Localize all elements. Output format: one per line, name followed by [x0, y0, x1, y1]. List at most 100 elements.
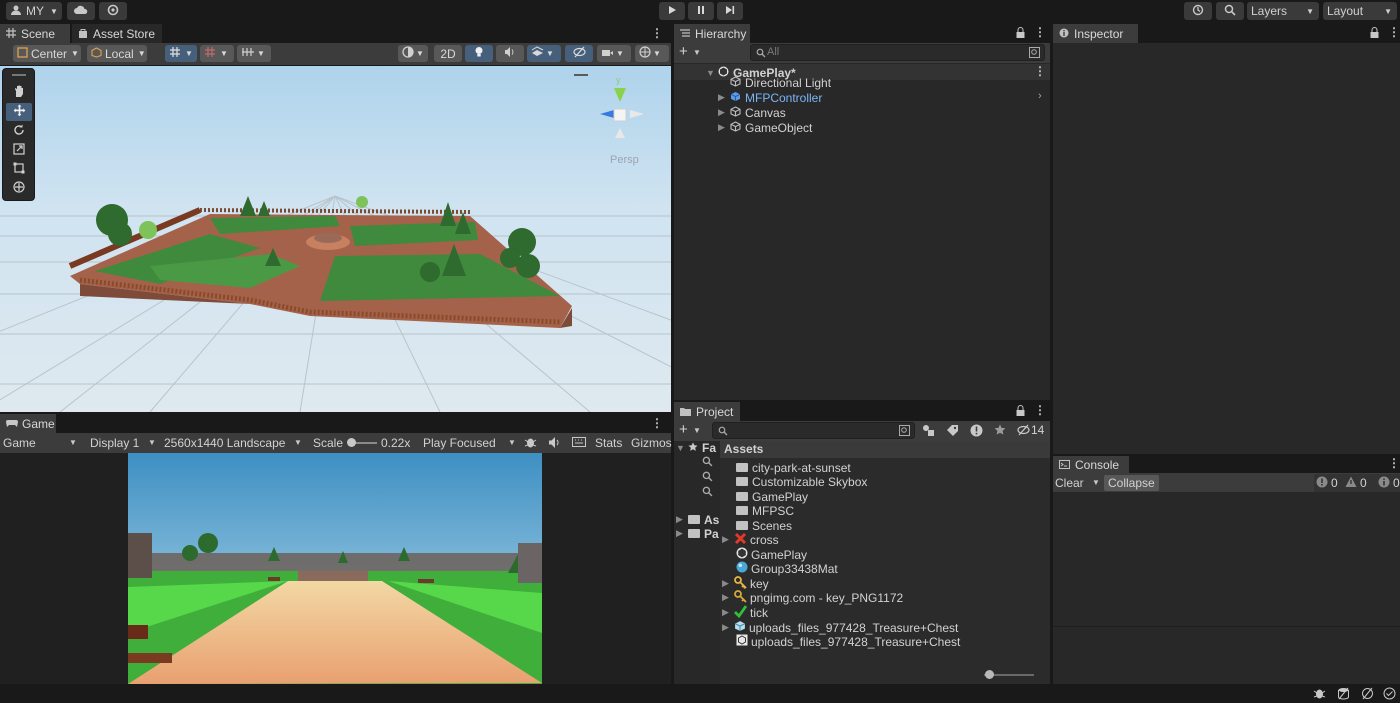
move-tool[interactable]: [6, 103, 32, 121]
asset-item-sprite[interactable]: ▶ cross: [722, 532, 779, 547]
bug-icon[interactable]: [524, 436, 537, 452]
account-dropdown[interactable]: MY ▼: [6, 2, 62, 20]
drag-handle[interactable]: [12, 74, 26, 76]
info-icon[interactable]: [1378, 476, 1390, 491]
tab-inspector[interactable]: Inspector: [1053, 24, 1138, 43]
transform-tool[interactable]: [6, 179, 32, 197]
project-menu-icon[interactable]: ⋮: [1034, 403, 1046, 417]
cache-server-icon[interactable]: [1337, 687, 1350, 703]
lock-icon[interactable]: [1370, 27, 1379, 41]
audio-toggle[interactable]: [496, 45, 524, 62]
hidden-objects-toggle[interactable]: [565, 45, 593, 62]
hierarchy-item-directional-light[interactable]: Directional Light: [730, 75, 831, 90]
pause-button[interactable]: [688, 2, 714, 20]
hierarchy-item-mfpcontroller[interactable]: ▶ MFPController: [718, 90, 822, 105]
console-clear-button[interactable]: Clear: [1055, 476, 1084, 490]
play-button[interactable]: [659, 2, 685, 20]
asset-item-folder[interactable]: GamePlay: [736, 489, 808, 504]
tree-item-packages[interactable]: ▶ Pa: [676, 526, 719, 541]
create-asset-button[interactable]: +: [679, 421, 688, 438]
tab-console[interactable]: Console: [1053, 456, 1129, 473]
scale-slider-thumb[interactable]: [347, 438, 356, 447]
mode-2d-button[interactable]: 2D: [434, 45, 462, 62]
asset-item-prefab[interactable]: ▶ uploads_files_977428_Treasure+Chest: [722, 620, 958, 635]
resolution-select[interactable]: 2560x1440 Landscape: [164, 436, 285, 450]
gizmos-toggle[interactable]: Gizmos: [631, 436, 672, 450]
lighting-toggle[interactable]: [465, 45, 493, 62]
error-icon[interactable]: [1316, 476, 1328, 491]
tab-asset-store[interactable]: Asset Store: [72, 24, 162, 43]
hand-tool[interactable]: [6, 84, 32, 102]
check-circle-icon[interactable]: [1383, 687, 1396, 703]
scene-menu-icon[interactable]: ⋮: [651, 26, 663, 40]
search-icon[interactable]: [702, 456, 713, 470]
icon-size-slider-thumb[interactable]: [985, 670, 994, 679]
lock-icon[interactable]: [1016, 405, 1025, 419]
asset-item-model[interactable]: uploads_files_977428_Treasure+Chest: [736, 634, 960, 649]
search-filter-icon[interactable]: [899, 425, 910, 439]
hierarchy-item-canvas[interactable]: ▶ Canvas: [718, 105, 786, 120]
asset-item-sprite[interactable]: ▶ tick: [722, 604, 768, 620]
keyboard-icon[interactable]: [572, 436, 586, 451]
filter-by-type-icon[interactable]: [922, 424, 936, 440]
services-button[interactable]: [99, 2, 127, 20]
display-select[interactable]: Display 1: [90, 436, 139, 450]
space-local-dropdown[interactable]: Local ▼: [87, 45, 147, 62]
asset-item-folder[interactable]: MFPSC: [736, 503, 794, 518]
cloud-button[interactable]: [67, 2, 95, 20]
search-icon[interactable]: [702, 486, 713, 500]
scene-viewport[interactable]: y Persp: [0, 66, 671, 412]
console-menu-icon[interactable]: ⋮: [1388, 456, 1400, 470]
inspector-menu-icon[interactable]: ⋮: [1388, 25, 1400, 39]
asset-item-material[interactable]: Group33438Mat: [736, 561, 838, 576]
auto-generate-lighting-icon[interactable]: [1361, 687, 1374, 703]
tree-item-favorites[interactable]: ▼ Fa: [676, 440, 716, 455]
undo-history-button[interactable]: [1184, 2, 1212, 20]
asset-item-folder[interactable]: city-park-at-sunset: [736, 460, 851, 475]
project-search-input[interactable]: [712, 422, 915, 439]
scale-tool[interactable]: [6, 141, 32, 159]
projection-label[interactable]: Persp: [610, 154, 639, 166]
pivot-center-dropdown[interactable]: Center ▼: [13, 45, 81, 62]
warning-filter-icon[interactable]: [970, 424, 983, 440]
assets-breadcrumb[interactable]: Assets: [724, 442, 763, 456]
add-object-button[interactable]: +: [679, 43, 688, 60]
layout-dropdown[interactable]: Layout ▼: [1323, 2, 1397, 20]
hierarchy-item-gameobject[interactable]: ▶ GameObject: [718, 120, 812, 135]
asset-item-scene[interactable]: GamePlay: [736, 547, 807, 562]
rect-tool[interactable]: [6, 160, 32, 178]
tab-game[interactable]: Game: [0, 414, 56, 433]
chevron-right-icon[interactable]: ›: [1038, 90, 1042, 102]
step-button[interactable]: [717, 2, 743, 20]
search-filter-icon[interactable]: [1029, 47, 1040, 61]
tab-project[interactable]: Project: [674, 402, 740, 421]
asset-item-sprite[interactable]: ▶ pngimg.com - key_PNG1172: [722, 589, 903, 605]
tree-item-assets[interactable]: ▶ As: [676, 512, 719, 527]
rotate-tool[interactable]: [6, 122, 32, 140]
tab-hierarchy[interactable]: Hierarchy: [674, 24, 750, 43]
debug-bug-icon[interactable]: [1313, 687, 1326, 703]
eye-slash-icon[interactable]: [1017, 424, 1030, 439]
favorite-star-icon[interactable]: [994, 424, 1006, 439]
game-mode-select[interactable]: Game: [3, 436, 36, 450]
camera-settings-button[interactable]: ▼: [597, 45, 631, 62]
tab-scene[interactable]: Scene: [0, 24, 70, 43]
incremental-snap-button[interactable]: ▼: [200, 45, 234, 62]
warning-icon[interactable]: [1345, 476, 1357, 491]
scene-row-menu-icon[interactable]: ⋮: [1034, 64, 1046, 78]
grid-snap-button[interactable]: ▼: [165, 45, 197, 62]
lock-icon[interactable]: [1016, 27, 1025, 41]
gizmos-button[interactable]: ▼: [635, 45, 669, 62]
align-button[interactable]: ▼: [237, 45, 271, 62]
game-menu-icon[interactable]: ⋮: [651, 416, 663, 430]
play-focused-select[interactable]: Play Focused: [423, 436, 496, 450]
asset-item-folder[interactable]: Customizable Skybox: [736, 474, 867, 489]
audio-mute-icon[interactable]: [548, 436, 561, 452]
shading-mode-button[interactable]: ▼: [398, 45, 428, 62]
search-button[interactable]: [1216, 2, 1244, 20]
effects-toggle[interactable]: ▼: [527, 45, 561, 62]
hierarchy-menu-icon[interactable]: ⋮: [1034, 25, 1046, 39]
hierarchy-search-input[interactable]: All: [750, 44, 1045, 61]
game-viewport[interactable]: [128, 453, 542, 684]
search-icon[interactable]: [702, 471, 713, 485]
